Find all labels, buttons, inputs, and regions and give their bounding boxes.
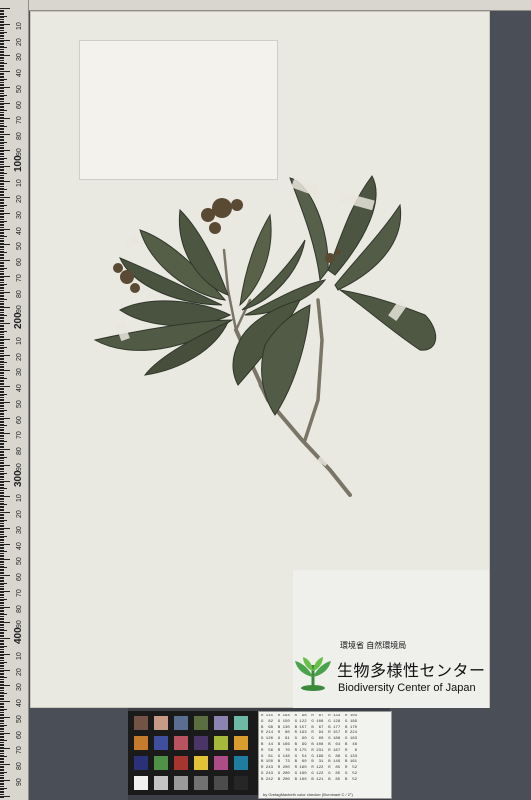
mounting-tape [124, 235, 140, 249]
color-swatch [154, 716, 168, 730]
color-swatch [194, 756, 208, 770]
color-swatch [134, 756, 148, 770]
color-card-footer: by GretagMacbeth color checker (Illumina… [263, 792, 353, 797]
color-swatch [134, 716, 148, 730]
color-swatch [234, 756, 248, 770]
color-swatch [234, 736, 248, 750]
color-swatch [134, 776, 148, 790]
color-swatch [134, 736, 148, 750]
color-swatch [154, 756, 168, 770]
color-swatch [174, 756, 188, 770]
color-swatch [194, 776, 208, 790]
color-swatch [214, 736, 228, 750]
color-swatch [154, 736, 168, 750]
color-swatch [234, 776, 248, 790]
color-swatch [174, 736, 188, 750]
color-swatch [214, 756, 228, 770]
color-swatch [194, 736, 208, 750]
color-swatch [174, 776, 188, 790]
biodiversity-center-logo-icon [295, 657, 331, 691]
color-swatch [234, 716, 248, 730]
color-swatch [214, 716, 228, 730]
color-swatch [194, 716, 208, 730]
color-values-table: R 115 R 194 R 98 R 87 R 133 R 103 G 82 G… [258, 711, 392, 799]
specimen-sheet: 10 20 30 40 50 60 70 80 90 100 10 20 30 40 50 60 70 80 90 2… [0, 0, 531, 800]
center-name-en: Biodiversity Center of Japan [338, 682, 476, 694]
color-values-text: R 115 R 194 R 98 R 87 R 133 R 103 G 82 G… [261, 714, 358, 782]
color-swatch [174, 716, 188, 730]
color-swatch [154, 776, 168, 790]
flower-bud [325, 253, 335, 263]
leaf [339, 289, 437, 351]
ministry-text: 環境省 自然環境局 [340, 641, 407, 650]
color-checker [128, 711, 258, 795]
flower-cluster [120, 270, 134, 284]
color-swatch [214, 776, 228, 790]
center-name-jp: 生物多様性センター [337, 663, 486, 680]
